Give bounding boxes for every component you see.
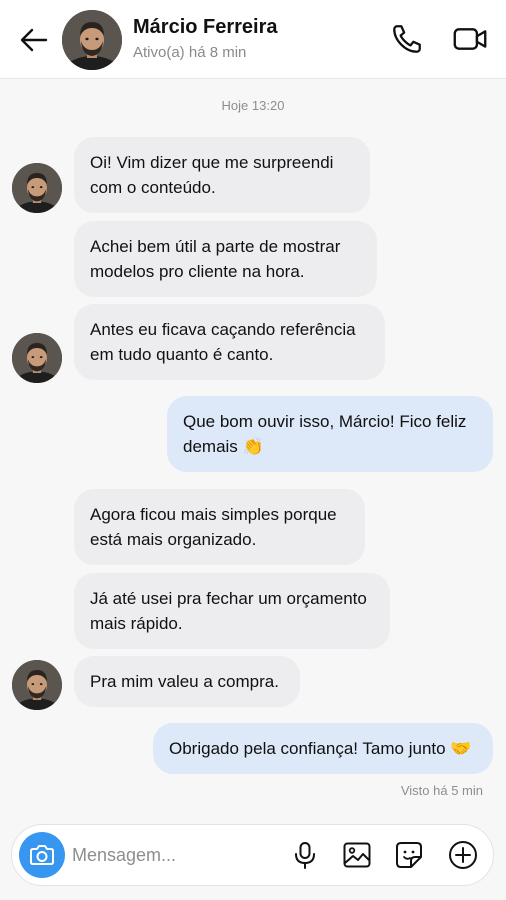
sender-avatar[interactable]: [12, 660, 62, 710]
message-line: está mais organizado.: [90, 530, 257, 549]
message-line: Já até usei pra fechar um orçamento: [90, 589, 367, 608]
message-line: Que bom ouvir isso, Márcio! Fico feliz: [183, 412, 467, 431]
outgoing-message[interactable]: Obrigado pela confiança! Tamo junto 🤝: [153, 723, 493, 774]
image-icon[interactable]: [341, 839, 373, 871]
seen-status: Visto há 5 min: [400, 783, 483, 798]
message-line: demais 👏: [183, 437, 264, 456]
message-line: Antes eu ficava caçando referência: [90, 320, 356, 339]
message-line: mais rápido.: [90, 614, 183, 633]
message-line: Pra mim valeu a compra.: [90, 672, 279, 691]
plus-icon[interactable]: [447, 839, 479, 871]
chat-header: Márcio Ferreira Ativo(a) há 8 min: [0, 0, 506, 79]
incoming-message[interactable]: Agora ficou mais simples porque está mai…: [74, 489, 365, 565]
message-composer: [11, 824, 494, 886]
incoming-message[interactable]: Achei bem útil a parte de mostrar modelo…: [74, 221, 377, 297]
incoming-message[interactable]: Oi! Vim dizer que me surpreendi com o co…: [74, 137, 370, 213]
sticker-icon[interactable]: [393, 839, 425, 871]
message-line: com o conteúdo.: [90, 178, 216, 197]
message-line: Obrigado pela confiança! Tamo junto 🤝: [169, 739, 472, 758]
contact-avatar[interactable]: [62, 10, 122, 70]
back-arrow-icon[interactable]: [18, 24, 50, 56]
camera-icon[interactable]: [19, 832, 65, 878]
sender-avatar[interactable]: [12, 333, 62, 383]
incoming-message[interactable]: Pra mim valeu a compra.: [74, 656, 300, 707]
video-camera-icon[interactable]: [452, 22, 488, 56]
message-input[interactable]: [72, 841, 272, 869]
incoming-message[interactable]: Antes eu ficava caçando referência em tu…: [74, 304, 385, 380]
phone-icon[interactable]: [390, 22, 424, 56]
message-line: Oi! Vim dizer que me surpreendi: [90, 153, 334, 172]
conversation-timestamp: Hoje 13:20: [221, 98, 285, 113]
message-line: em tudo quanto é canto.: [90, 345, 274, 364]
sender-avatar[interactable]: [12, 163, 62, 213]
message-line: Agora ficou mais simples porque: [90, 505, 337, 524]
microphone-icon[interactable]: [289, 839, 321, 871]
contact-name[interactable]: Márcio Ferreira: [133, 16, 278, 39]
message-line: Achei bem útil a parte de mostrar: [90, 237, 341, 256]
contact-status: Ativo(a) há 8 min: [133, 44, 247, 61]
incoming-message[interactable]: Já até usei pra fechar um orçamento mais…: [74, 573, 390, 649]
outgoing-message[interactable]: Que bom ouvir isso, Márcio! Fico feliz d…: [167, 396, 493, 472]
message-line: modelos pro cliente na hora.: [90, 262, 305, 281]
